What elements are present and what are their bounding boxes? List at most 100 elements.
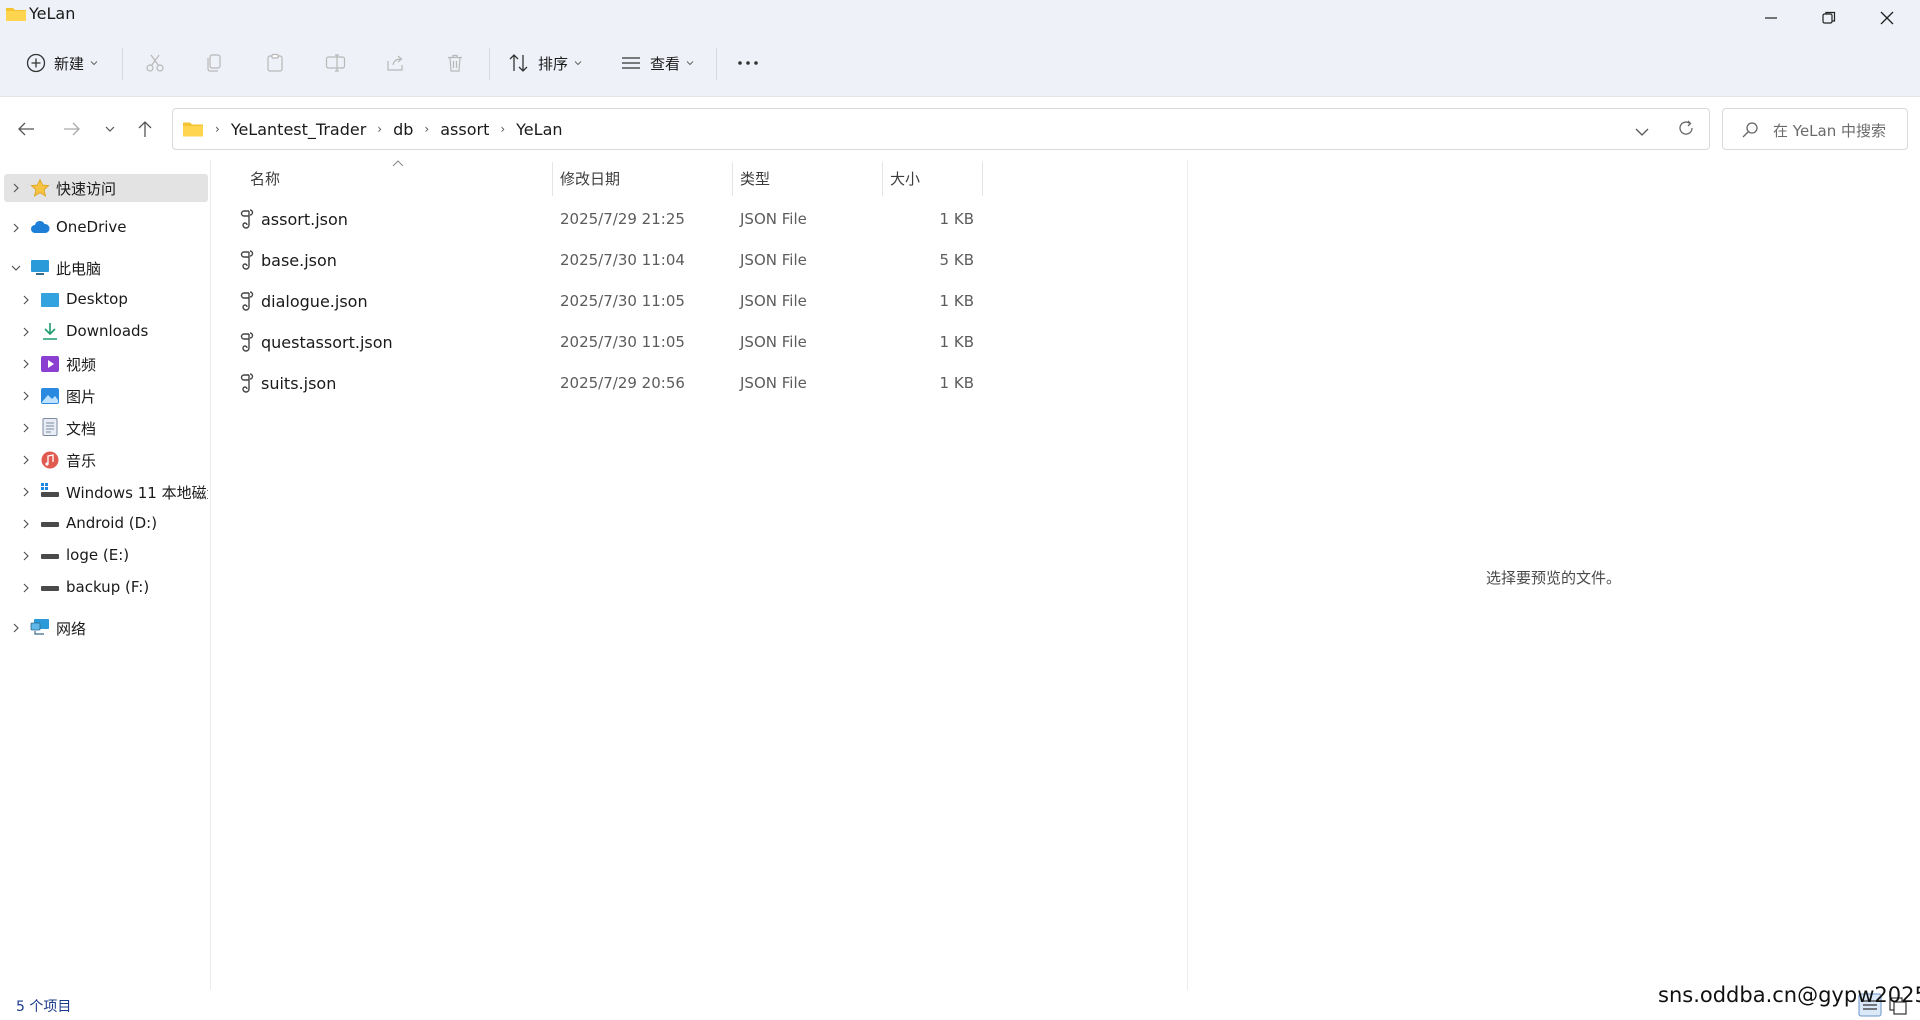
breadcrumb-item[interactable]: YeLan	[516, 120, 562, 139]
sidebar-item-network[interactable]: 网络	[4, 614, 208, 642]
column-header-type[interactable]: 类型	[740, 168, 770, 190]
chevron-right-icon: ›	[215, 122, 220, 136]
picture-icon	[41, 388, 59, 404]
sort-button[interactable]: 排序	[508, 40, 582, 86]
file-type: JSON File	[740, 292, 807, 310]
folder-icon	[183, 122, 203, 137]
file-row[interactable]: suits.json 2025/7/29 20:56 JSON File 1 K…	[230, 364, 984, 404]
restore-icon	[1822, 11, 1836, 24]
json-file-icon	[240, 373, 254, 393]
json-file-icon	[240, 250, 254, 270]
title-bar: YeLan	[0, 0, 1920, 30]
title-and-command-area: YeLan 新建 排序 查看	[0, 0, 1920, 96]
column-header-date[interactable]: 修改日期	[560, 168, 620, 190]
column-divider[interactable]	[552, 162, 553, 196]
preview-pane-divider[interactable]	[1187, 160, 1188, 990]
up-button[interactable]	[131, 115, 159, 143]
file-size: 1 KB	[939, 210, 974, 228]
file-type: JSON File	[740, 251, 807, 269]
arrow-right-icon	[64, 122, 80, 136]
video-icon	[41, 356, 59, 372]
view-button[interactable]: 查看	[620, 40, 694, 86]
refresh-button[interactable]	[1677, 119, 1695, 141]
sidebar-item-downloads[interactable]: Downloads	[4, 318, 208, 346]
command-bar: 新建 排序 查看	[0, 40, 1920, 86]
item-count: 5 个项目	[16, 999, 72, 1015]
arrow-up-icon	[138, 121, 152, 137]
chevron-right-icon	[23, 359, 29, 369]
drive-icon	[41, 586, 59, 591]
paste-button[interactable]	[265, 40, 285, 86]
column-header-name[interactable]: 名称	[250, 168, 280, 190]
sidebar-item-videos[interactable]: 视频	[4, 350, 208, 378]
network-icon	[30, 619, 49, 635]
column-divider[interactable]	[732, 162, 733, 196]
cut-button[interactable]	[145, 40, 165, 86]
sidebar-item-drive-d[interactable]: Android (D:)	[4, 510, 208, 538]
file-row[interactable]: dialogue.json 2025/7/30 11:05 JSON File …	[230, 282, 984, 322]
arrow-left-icon	[18, 122, 34, 136]
share-button[interactable]	[385, 40, 405, 86]
delete-button[interactable]	[445, 40, 465, 86]
sidebar-item-onedrive[interactable]: OneDrive	[4, 214, 208, 242]
file-row[interactable]: assort.json 2025/7/29 21:25 JSON File 1 …	[230, 200, 984, 240]
minimize-icon	[1765, 17, 1777, 19]
search-placeholder: 在 YeLan 中搜索	[1773, 122, 1886, 140]
sidebar-item-label: 此电脑	[56, 260, 102, 278]
breadcrumb-item[interactable]: assort	[440, 120, 489, 139]
sidebar-item-label: OneDrive	[56, 218, 127, 236]
search-box[interactable]: 在 YeLan 中搜索	[1722, 108, 1908, 150]
restore-button[interactable]	[1800, 0, 1858, 36]
sidebar-item-drive-e[interactable]: loge (E:)	[4, 542, 208, 570]
monitor-icon	[31, 260, 49, 275]
column-header-size[interactable]: 大小	[890, 168, 920, 190]
back-button[interactable]	[12, 115, 40, 143]
sidebar-item-drive-f[interactable]: backup (F:)	[4, 574, 208, 602]
chevron-right-icon: ›	[424, 122, 430, 136]
sidebar-item-documents[interactable]: 文档	[4, 414, 208, 442]
sidebar-item-quick-access[interactable]: 快速访问	[4, 174, 208, 202]
chevron-down-icon	[1635, 128, 1649, 136]
chevron-right-icon: ›	[500, 122, 506, 136]
chevron-right-icon	[13, 223, 19, 233]
sidebar-item-label: Windows 11 本地磁盘	[66, 484, 208, 502]
toolbar-divider	[489, 48, 490, 80]
file-name: questassort.json	[261, 333, 393, 352]
file-type: JSON File	[740, 333, 807, 351]
column-divider[interactable]	[982, 162, 983, 196]
chevron-down-icon	[105, 126, 115, 132]
chevron-right-icon	[23, 295, 29, 305]
breadcrumb-item[interactable]: db	[393, 120, 413, 139]
breadcrumb-item[interactable]: YeLantest_Trader	[231, 120, 366, 139]
rename-button[interactable]	[325, 40, 347, 86]
forward-button[interactable]	[58, 115, 86, 143]
sidebar-item-pictures[interactable]: 图片	[4, 382, 208, 410]
scissors-icon	[146, 54, 164, 72]
column-divider[interactable]	[882, 162, 883, 196]
sidebar-item-label: Downloads	[66, 322, 149, 340]
recent-locations-button[interactable]	[96, 115, 124, 143]
file-row[interactable]: base.json 2025/7/30 11:04 JSON File 5 KB	[230, 241, 984, 281]
sidebar-item-windows-disk[interactable]: Windows 11 本地磁盘	[4, 478, 208, 506]
file-row[interactable]: questassort.json 2025/7/30 11:05 JSON Fi…	[230, 323, 984, 363]
chevron-down-icon	[90, 61, 98, 66]
address-field[interactable]: › YeLantest_Trader › db › assort › YeLan	[172, 108, 1710, 150]
more-options-button[interactable]	[736, 40, 760, 86]
sidebar-item-label: 文档	[66, 420, 97, 438]
close-button[interactable]	[1858, 0, 1916, 36]
address-history-button[interactable]	[1635, 122, 1649, 141]
status-bar: 5 个项目	[0, 990, 1920, 1020]
sidebar-item-this-pc[interactable]: 此电脑	[4, 254, 208, 282]
sidebar-item-desktop[interactable]: Desktop	[4, 286, 208, 314]
copy-button[interactable]	[205, 40, 225, 86]
minimize-button[interactable]	[1742, 0, 1800, 36]
sidebar-item-music[interactable]: 音乐	[4, 446, 208, 474]
chevron-right-icon	[23, 487, 29, 497]
new-button[interactable]: 新建	[26, 40, 98, 86]
sidebar-item-label: backup (F:)	[66, 578, 150, 596]
file-size: 1 KB	[939, 292, 974, 310]
chevron-right-icon	[13, 623, 19, 633]
pane-divider[interactable]	[210, 160, 211, 990]
plus-circle-icon	[26, 53, 46, 73]
file-name: base.json	[261, 251, 337, 270]
